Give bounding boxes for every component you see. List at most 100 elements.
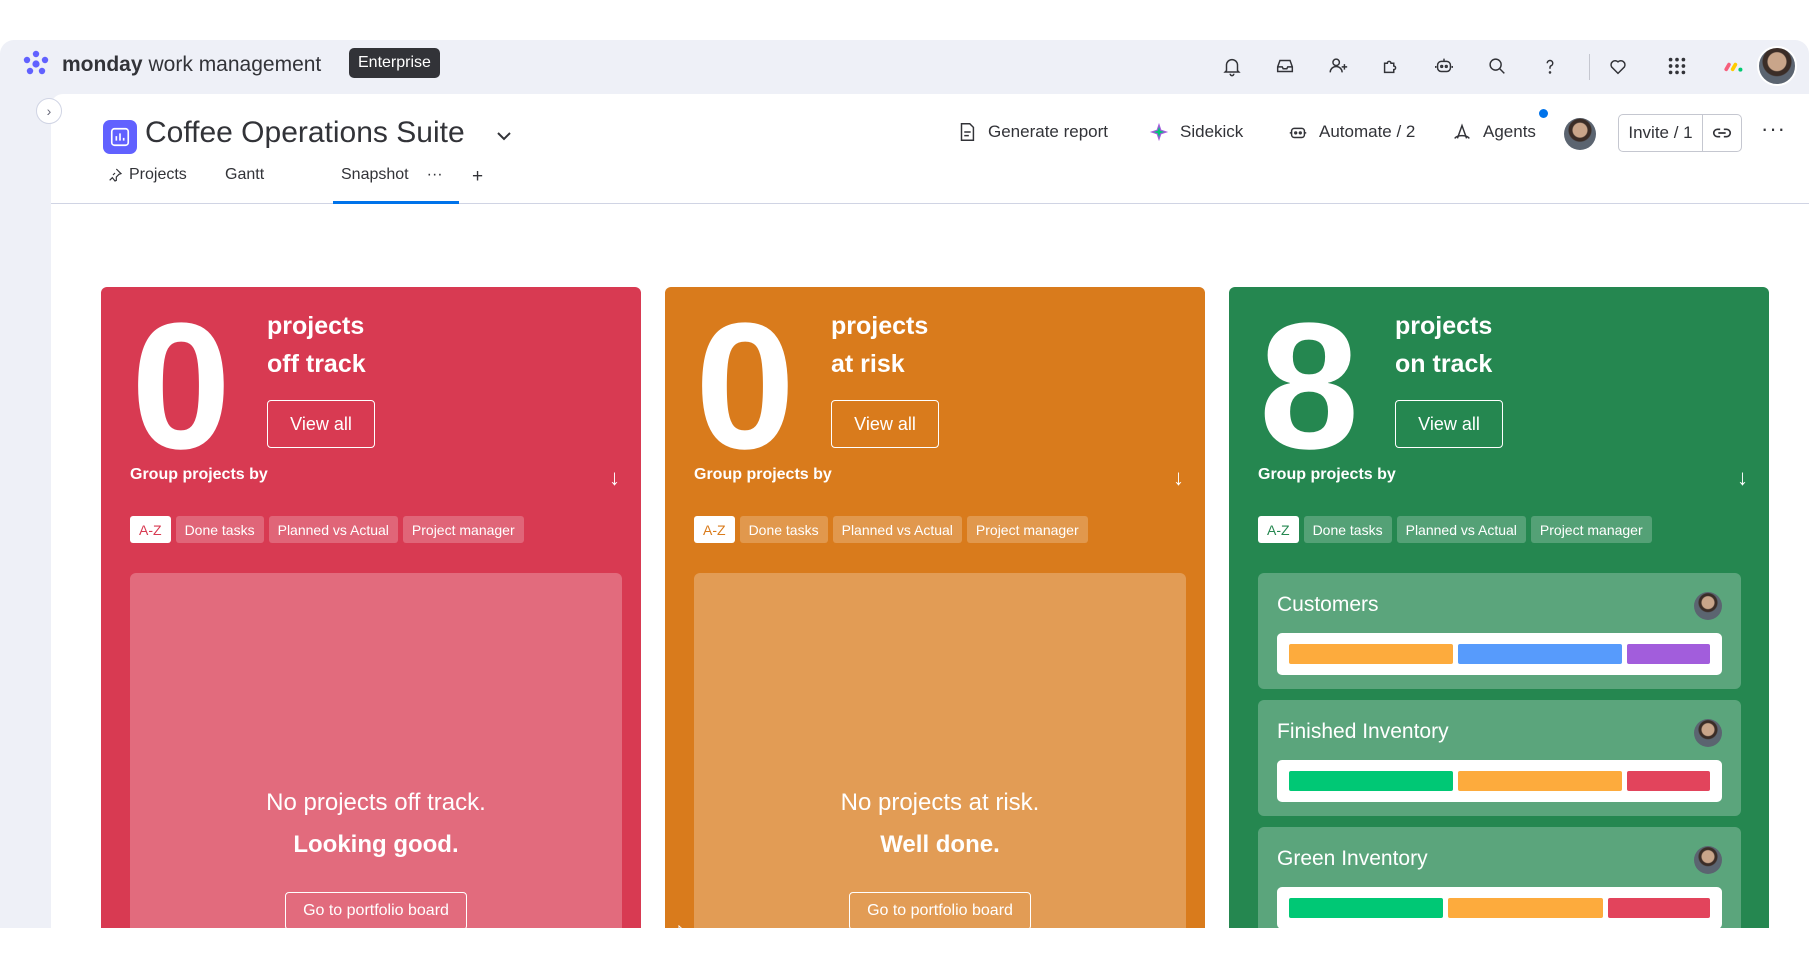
empty-message: No projects off track. — [266, 789, 486, 816]
inbox-icon[interactable] — [1271, 52, 1299, 80]
tabs-divider — [51, 203, 1809, 204]
project-card-finished-inventory[interactable]: Finished Inventory — [1258, 700, 1741, 816]
chip-a-z[interactable]: A-Z — [1258, 516, 1299, 543]
status-bar — [1627, 644, 1710, 664]
card-title-line2: off track — [267, 350, 366, 378]
notification-dot — [1539, 109, 1548, 118]
active-tab-indicator — [333, 201, 459, 204]
chip-planned-vs-actual[interactable]: Planned vs Actual — [268, 516, 398, 543]
user-avatar[interactable] — [1757, 46, 1797, 86]
chip-a-z[interactable]: A-Z — [130, 516, 171, 543]
view-all-button[interactable]: View all — [831, 400, 939, 448]
sort-arrow-icon[interactable]: ↓ — [609, 465, 620, 491]
top-bar: monday work management Enterprise — [0, 40, 1809, 94]
status-bar — [1458, 771, 1623, 791]
project-card-green-inventory[interactable]: Green Inventory — [1258, 827, 1741, 928]
sidekick-button[interactable]: Sidekick — [1148, 121, 1243, 143]
brand-bold: monday — [62, 53, 143, 76]
agents-icon — [1454, 123, 1470, 139]
heart-icon[interactable] — [1604, 52, 1632, 80]
at-risk-card: 0 projects at risk View all Group projec… — [665, 287, 1205, 928]
project-manager-avatar — [1694, 592, 1722, 620]
expand-sidebar-button[interactable]: › — [36, 98, 62, 124]
add-view-icon[interactable]: + — [472, 166, 483, 188]
chip-done-tasks[interactable]: Done tasks — [739, 516, 828, 543]
project-manager-avatar — [1694, 846, 1722, 874]
bell-icon[interactable] — [1218, 52, 1246, 80]
status-bar — [1627, 771, 1710, 791]
group-by-label: Group projects by — [130, 466, 268, 483]
project-name: Finished Inventory — [1277, 720, 1449, 743]
monday-product-icon[interactable] — [1720, 52, 1748, 80]
automate-label: Automate / 2 — [1319, 122, 1416, 141]
tab-projects-label: Projects — [129, 166, 187, 183]
chip-a-z[interactable]: A-Z — [694, 516, 735, 543]
invite-control: Invite / 1 — [1618, 114, 1742, 152]
help-icon[interactable] — [1536, 52, 1564, 80]
on-track-count: 8 — [1259, 287, 1360, 487]
brand-name: monday work management — [62, 53, 321, 77]
view-all-button[interactable]: View all — [267, 400, 375, 448]
board-owner-avatar[interactable] — [1564, 118, 1596, 150]
off-track-title: projects off track — [267, 307, 366, 383]
empty-state: No projects at risk. Well done. Go to po… — [694, 573, 1186, 928]
project-card-customers[interactable]: Customers — [1258, 573, 1741, 689]
status-bar — [1289, 898, 1444, 918]
at-risk-count: 0 — [695, 287, 796, 487]
mouse-cursor-icon — [678, 925, 682, 928]
generate-report-label: Generate report — [988, 122, 1109, 141]
search-icon[interactable] — [1483, 52, 1511, 80]
card-title-line2: on track — [1395, 350, 1493, 378]
board-workspace: Coffee Operations Suite Generate report … — [51, 94, 1809, 928]
tab-snapshot-label: Snapshot — [341, 166, 409, 183]
project-manager-avatar — [1694, 719, 1722, 747]
copy-link-icon[interactable] — [1703, 115, 1741, 151]
at-risk-title: projects at risk — [831, 307, 928, 383]
status-bar — [1289, 771, 1454, 791]
app-frame: monday work management Enterprise › Coff… — [0, 40, 1809, 928]
card-title-line2: at risk — [831, 350, 905, 378]
chip-project-manager[interactable]: Project manager — [402, 516, 524, 543]
brand-rest: work management — [148, 53, 322, 76]
go-to-portfolio-button[interactable]: Go to portfolio board — [849, 892, 1031, 928]
ai-bot-icon[interactable] — [1430, 52, 1458, 80]
empty-state: No projects off track. Looking good. Go … — [130, 573, 622, 928]
card-title-line1: projects — [267, 312, 365, 340]
apps-icon[interactable] — [1377, 52, 1405, 80]
board-title[interactable]: Coffee Operations Suite — [145, 116, 465, 150]
off-track-count: 0 — [131, 287, 232, 487]
on-track-card: 8 projects on track View all Group proje… — [1229, 287, 1769, 928]
top-divider — [1589, 54, 1590, 80]
generate-report-button[interactable]: Generate report — [956, 121, 1108, 143]
monday-logo-icon[interactable] — [20, 48, 52, 80]
chip-done-tasks[interactable]: Done tasks — [175, 516, 264, 543]
invite-button[interactable]: Invite / 1 — [1619, 115, 1703, 151]
off-track-card: 0 projects off track View all Group proj… — [101, 287, 641, 928]
chip-project-manager[interactable]: Project manager — [1530, 516, 1652, 543]
invite-user-icon[interactable] — [1324, 52, 1352, 80]
grid-menu-icon[interactable] — [1663, 52, 1691, 80]
chevron-down-icon[interactable] — [495, 126, 513, 147]
chip-planned-vs-actual[interactable]: Planned vs Actual — [832, 516, 962, 543]
sort-arrow-icon[interactable]: ↓ — [1737, 465, 1748, 491]
chip-planned-vs-actual[interactable]: Planned vs Actual — [1396, 516, 1526, 543]
tab-projects[interactable]: Projects — [107, 166, 187, 184]
tab-gantt[interactable]: Gantt — [225, 166, 264, 184]
tab-snapshot[interactable]: Snapshot ··· — [341, 166, 443, 184]
group-by-chips: A-Z Done tasks Planned vs Actual Project… — [130, 516, 524, 543]
automate-button[interactable]: Automate / 2 — [1287, 121, 1415, 143]
tab-options-icon[interactable]: ··· — [427, 166, 443, 184]
chip-done-tasks[interactable]: Done tasks — [1303, 516, 1392, 543]
go-to-portfolio-button[interactable]: Go to portfolio board — [285, 892, 467, 928]
group-by-chips: A-Z Done tasks Planned vs Actual Project… — [1258, 516, 1652, 543]
tab-gantt-label: Gantt — [225, 166, 265, 183]
project-status-bars — [1277, 760, 1722, 802]
more-options-icon[interactable]: ··· — [1761, 116, 1786, 142]
empty-message-bold: Well done. — [880, 831, 1000, 858]
sort-arrow-icon[interactable]: ↓ — [1173, 465, 1184, 491]
project-name: Customers — [1277, 593, 1379, 616]
chip-project-manager[interactable]: Project manager — [966, 516, 1088, 543]
report-icon — [960, 123, 975, 141]
agents-button[interactable]: Agents — [1451, 121, 1536, 143]
view-all-button[interactable]: View all — [1395, 400, 1503, 448]
